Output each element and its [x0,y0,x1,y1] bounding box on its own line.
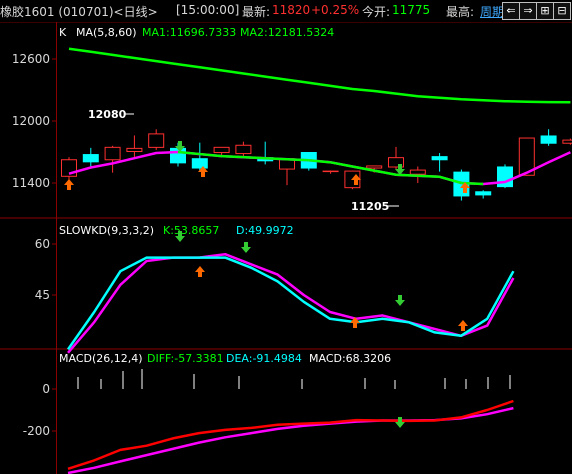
ma1-down-segment [373,169,397,176]
ma1-down-segment [265,156,288,161]
candle-body [431,156,448,161]
candle-body [497,166,513,188]
candle-body [82,154,99,163]
ma1-label: MA1:11696.7333 [142,26,236,39]
candle-body [540,135,557,144]
macd-indicator: MACD(26,12,4) [59,352,143,365]
ma1-down-segment [199,152,222,158]
kline-label: K [59,26,67,39]
macd-value-label: MACD:68.3206 [309,352,391,365]
kline-tick-11400: 11400 [12,176,50,190]
ma1-down-segment [395,173,418,178]
ma2-line [68,47,571,104]
candle-body [126,147,143,153]
high-annotation: 12080 [88,108,127,121]
macd-dea-line [67,406,514,474]
macd-diff-label: DIFF:-57.3381 [147,352,224,365]
candle-body [322,170,339,173]
chart-canvas[interactable]: K MA(5,8,60) MA1:11696.7333 MA2:12181.53… [0,0,572,474]
kd-tick-60: 60 [35,237,50,251]
candle-body [191,158,208,169]
indicator-lines-layer [66,47,571,474]
candle-body [61,159,77,177]
sell-signal-arrow [395,295,405,306]
candle-body [148,133,165,148]
macd-tick-neg200: -200 [23,424,50,438]
ma1-down-segment [286,157,309,162]
candles-layer [61,129,572,201]
candle-body [475,191,492,196]
ma1-down-segment [330,161,353,168]
kd-indicator: SLOWKD(9,3,3,2) [59,224,154,237]
kd-d-line [67,252,515,354]
buy-signal-arrow [64,179,74,190]
candle-body [213,146,230,154]
kd-d-label: D:49.9972 [236,224,294,237]
macd-tick-0: 0 [42,382,50,396]
ma2-label: MA2:12181.5324 [240,26,334,39]
candle-body [409,169,426,175]
kline-indicator: MA(5,8,60) [76,26,137,39]
low-annotation: 11205 [351,200,389,213]
ma1-line [68,150,571,186]
ma1-down-segment [243,155,266,160]
sell-signal-arrow [395,417,405,428]
buy-signal-arrow [195,266,205,277]
signal-arrows-layer [64,141,470,428]
candle-body [366,165,383,169]
kd-tick-45: 45 [35,288,50,302]
sell-signal-arrow [241,242,251,253]
candle-body [562,139,572,144]
candle-body [170,147,186,164]
candle-body [104,146,121,161]
kline-tick-12000: 12000 [12,114,50,128]
kd-k-label: K:53.8657 [163,224,219,237]
macd-dea-label: DEA:-91.4984 [226,352,302,365]
candle-body [235,144,252,155]
buy-signal-arrow [458,320,468,331]
ma1-down-segment [221,154,244,159]
ma1-down-segment [417,174,440,179]
kline-tick-12600: 12600 [12,52,50,66]
